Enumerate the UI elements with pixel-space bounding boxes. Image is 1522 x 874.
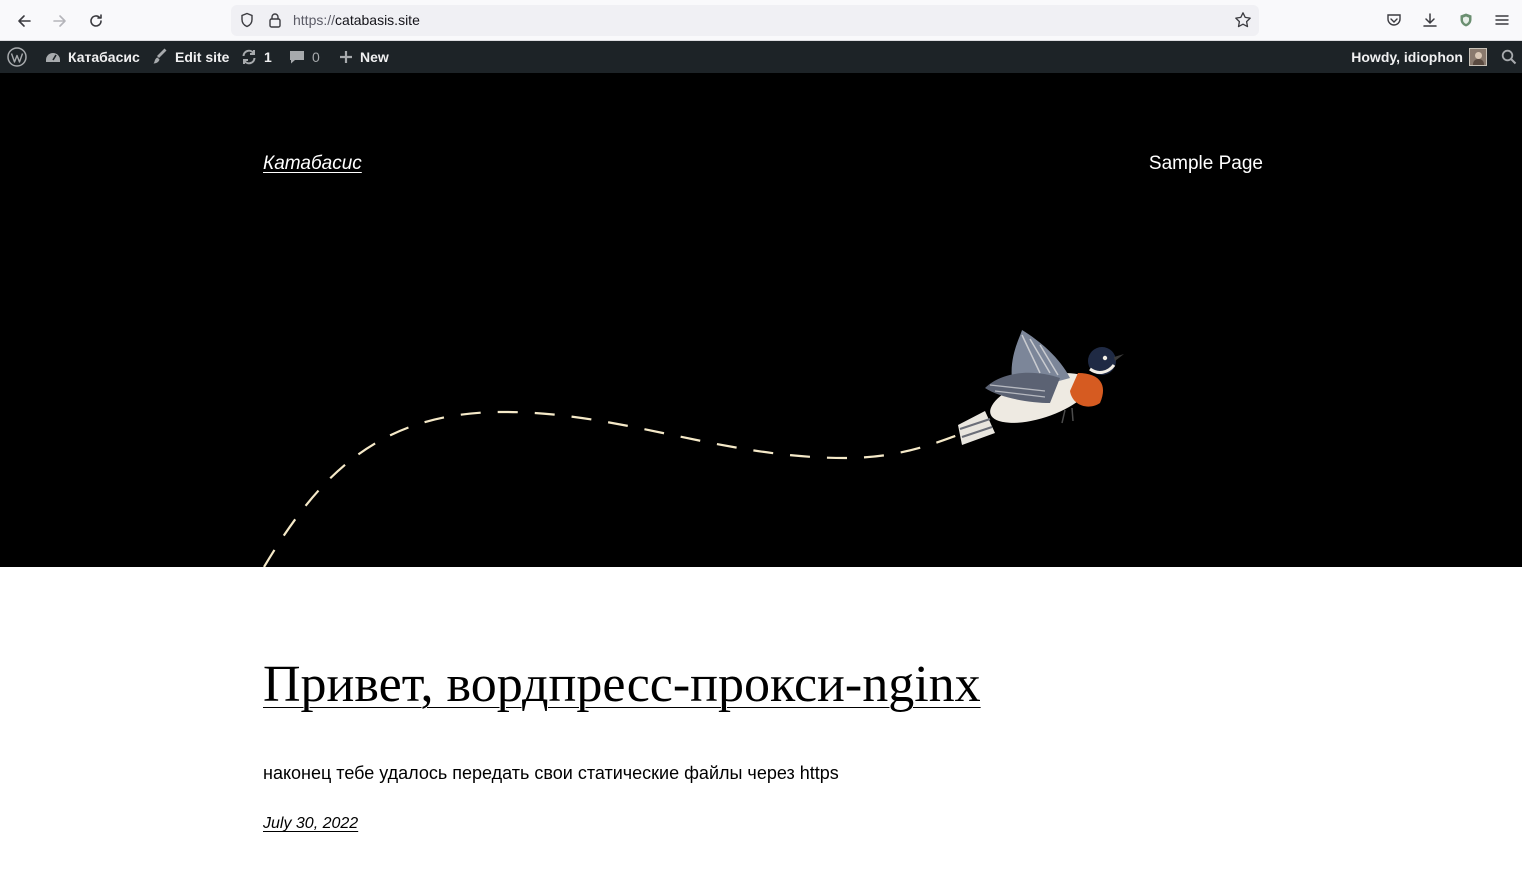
new-content-button[interactable]: New <box>338 41 389 73</box>
edit-site-label: Edit site <box>175 49 230 65</box>
dashboard-icon <box>46 53 60 62</box>
extension-shield-icon[interactable] <box>1454 8 1478 32</box>
search-icon[interactable] <box>1501 41 1517 73</box>
new-label: New <box>360 49 389 65</box>
updates-button[interactable]: 1 <box>240 41 272 73</box>
site-name-label: Катабасис <box>68 49 140 65</box>
download-icon[interactable] <box>1418 8 1442 32</box>
brush-icon <box>153 48 167 64</box>
comments-count: 0 <box>312 49 320 65</box>
url-bar[interactable]: https://catabasis.site <box>231 5 1259 36</box>
user-account-menu[interactable]: Howdy, idiophon <box>1351 41 1487 73</box>
updates-icon <box>242 49 256 65</box>
post-date-link[interactable]: July 30, 2022 <box>263 815 358 833</box>
plus-icon <box>340 51 352 63</box>
shield-icon[interactable] <box>235 8 259 32</box>
forward-icon[interactable] <box>47 8 73 34</box>
updates-count: 1 <box>264 49 272 65</box>
site-header-hero: Катабасис Sample Page <box>0 73 1522 567</box>
menu-icon[interactable] <box>1490 8 1514 32</box>
pocket-icon[interactable] <box>1382 8 1406 32</box>
browser-toolbar: https://catabasis.site <box>0 0 1522 41</box>
dashed-flight-path <box>263 410 959 567</box>
wordpress-logo-icon[interactable] <box>7 41 27 73</box>
back-icon[interactable] <box>11 8 37 34</box>
nav-link-sample-page[interactable]: Sample Page <box>1149 153 1263 175</box>
edit-site-button[interactable]: Edit site <box>151 41 229 73</box>
post-excerpt: наконец тебе удалось передать свои стати… <box>263 763 839 783</box>
reload-icon[interactable] <box>83 8 109 34</box>
site-title-link[interactable]: Катабасис <box>263 153 362 175</box>
avatar <box>1469 48 1487 66</box>
post-title-link[interactable]: Привет, вордпресс-прокси-nginx <box>263 655 981 714</box>
url-text[interactable]: https://catabasis.site <box>293 12 420 28</box>
site-name-menu[interactable]: Катабасис <box>44 41 140 73</box>
bird-illustration <box>958 330 1124 445</box>
wp-admin-bar: Катабасис Edit site 1 0 New Howdy, idiop… <box>0 41 1522 73</box>
howdy-label: Howdy, idiophon <box>1351 49 1463 65</box>
star-icon[interactable] <box>1231 8 1255 32</box>
flight-path-illustration <box>263 330 1124 567</box>
comments-button[interactable]: 0 <box>288 41 320 73</box>
lock-icon[interactable] <box>263 8 287 32</box>
comment-icon <box>290 51 304 64</box>
